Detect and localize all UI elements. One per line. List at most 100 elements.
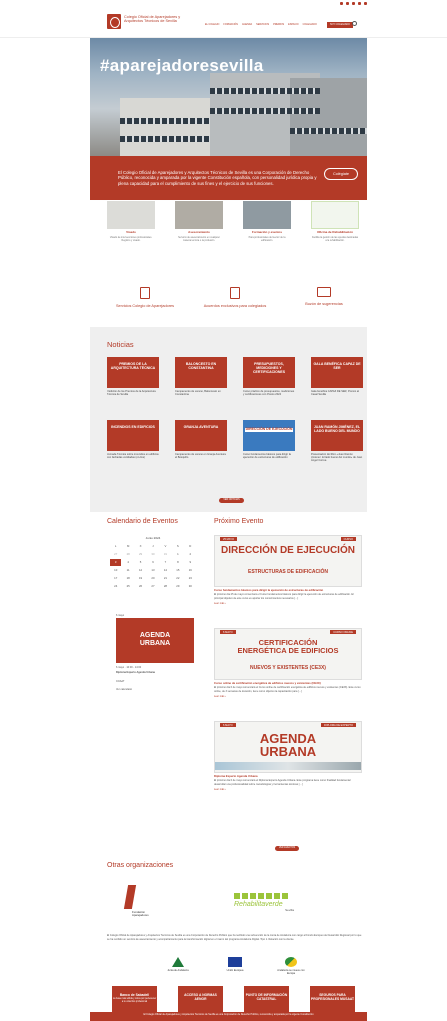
event-image-strip <box>215 762 361 770</box>
search-icon[interactable] <box>352 21 357 26</box>
news-caption: Gala benéfica CAPAZ DE SER, Premio al Ca… <box>311 389 359 396</box>
hero-windows <box>210 108 320 114</box>
calendar-day[interactable]: 25 <box>122 583 133 590</box>
nav-item-premios[interactable]: PREMIOS <box>273 23 284 27</box>
partner-junta[interactable]: Junta de Andalucía <box>160 957 196 977</box>
service-asesoramiento[interactable]: Asesoramiento Servicio de asesoramiento … <box>175 201 223 242</box>
twitter-icon[interactable] <box>340 2 343 5</box>
calendar-day[interactable]: 26 <box>135 583 146 590</box>
news-item[interactable]: JUAN RAMÓN JIMÉNEZ, EL LADO BUENO DEL MU… <box>311 420 363 463</box>
link-servicios[interactable]: Servicios Colegio de Aparejadores <box>105 287 185 309</box>
calendar-day[interactable]: 17 <box>110 575 121 582</box>
calendar-event-title[interactable]: Diploma Experto Agenda Urbana <box>116 671 155 674</box>
calendar-day[interactable]: 7 <box>160 559 171 566</box>
nav-item-servicios[interactable]: SERVICIOS <box>256 23 269 27</box>
junta-andalucia-icon <box>172 957 184 967</box>
event-card[interactable]: 6 MAYO CURSO ONLINE CERTIFICACIÓN ENERGÉ… <box>214 628 362 698</box>
news-item[interactable]: PREMIOS DE LA ARQUITECTURA TÉCNICA I Edi… <box>107 357 159 396</box>
rehabilitaverde-logo[interactable]: Rehabilitaverde Sevilla <box>234 893 294 913</box>
calendar-day[interactable]: 12 <box>135 567 146 574</box>
calendar-day[interactable]: 28 <box>122 551 133 558</box>
youtube-icon[interactable] <box>364 2 367 5</box>
event-more-link[interactable]: Leer más › <box>214 695 362 698</box>
more-events-button[interactable]: VER EVENTOS <box>275 846 299 851</box>
partner-andalucia-europa[interactable]: Andalucía se mueve con Europa <box>273 957 309 977</box>
more-news-button[interactable]: VER NOTICIAS <box>219 498 244 503</box>
nav-item-formacion[interactable]: FORMACIÓN <box>223 23 238 27</box>
news-item[interactable]: GRANJA AVENTURA Campamento de verano en … <box>175 420 227 459</box>
news-thumb-text: JUAN RAMÓN JIMÉNEZ, EL LADO BUENO DEL MU… <box>313 425 361 433</box>
news-item[interactable]: INCENDIOS EN EDIFICIOS Jornada Técnica s… <box>107 420 159 459</box>
calendar-day[interactable]: 22 <box>172 575 183 582</box>
calendar-day[interactable]: 24 <box>110 583 121 590</box>
calendar-day[interactable]: 29 <box>172 583 183 590</box>
instagram-icon[interactable] <box>352 2 355 5</box>
calendar-day[interactable]: 30 <box>147 551 158 558</box>
nav-item-agenda[interactable]: AGENDA <box>242 23 252 27</box>
event-type-badge: DIPLOMA DE EXPERTO <box>321 723 356 728</box>
calendar-day[interactable]: 19 <box>135 575 146 582</box>
soy-colegiado-button[interactable]: SOY COLEGIADO <box>327 22 353 28</box>
nav-item-espacio[interactable]: ESPACIO <box>288 23 298 27</box>
calendar-day[interactable]: 31 <box>160 551 171 558</box>
nav-item-colegiado[interactable]: COLEGIADO <box>303 23 317 27</box>
calendar-day[interactable]: 4 <box>122 559 133 566</box>
event-card[interactable]: 6 MAYO DIPLOMA DE EXPERTO AGENDA URBANA … <box>214 721 362 791</box>
colegiate-button[interactable]: Colégiate <box>324 168 358 180</box>
calendar-event-thumb[interactable]: AGENDA URBANA <box>116 618 194 663</box>
event-heading[interactable]: Curso fundamentos básicos para dirigir l… <box>214 588 362 592</box>
calendar-day[interactable]: 27 <box>110 551 121 558</box>
calendar-day[interactable]: 9 <box>185 559 196 566</box>
calendar-day[interactable]: 27 <box>147 583 158 590</box>
service-formacion[interactable]: Formación y eventos Para profesionales d… <box>243 201 291 242</box>
partner-ue[interactable]: Unión Europea <box>217 957 253 977</box>
linkedin-icon[interactable] <box>358 2 361 5</box>
news-item[interactable]: BALONCESTO EN CONSTANTINA Campamento de … <box>175 357 227 396</box>
calendar-day[interactable]: 23 <box>185 575 196 582</box>
calendar-day[interactable]: 14 <box>160 567 171 574</box>
news-thumb: GRANJA AVENTURA <box>175 420 227 451</box>
event-more-link[interactable]: Leer más › <box>214 602 362 605</box>
event-heading[interactable]: Curso online de certificación energética… <box>214 681 362 685</box>
calendar-day[interactable]: 11 <box>122 567 133 574</box>
event-heading[interactable]: Diploma Experto Agenda Urbana <box>214 774 362 778</box>
calendar-day[interactable]: 2 <box>185 551 196 558</box>
link-buzon[interactable]: Buzón de sugerencias <box>284 287 364 307</box>
event-more-link[interactable]: Leer más › <box>214 788 362 791</box>
service-rehabilitacion[interactable]: Oficina de Rehabilitación Facilita la ge… <box>311 201 359 242</box>
logo-text[interactable]: Colegio Oficial de Aparejadores y Arquit… <box>124 15 184 23</box>
logo-icon[interactable] <box>107 14 121 29</box>
news-item[interactable]: DIRECCIÓN DE EJECUCIÓN Curso fundamentos… <box>243 420 295 459</box>
calendar-day[interactable]: 18 <box>122 575 133 582</box>
calendar-event-date: 6 mayo <box>116 614 125 617</box>
calendar-day[interactable]: 30 <box>185 583 196 590</box>
calendar-day[interactable]: 29 <box>135 551 146 558</box>
service-image <box>311 201 359 229</box>
calendar-day[interactable]: 5 <box>135 559 146 566</box>
calendar-event-place: COAAT <box>116 680 125 683</box>
news-item[interactable]: PRESUPUESTOS, MEDICIONES Y CERTIFICACION… <box>243 357 295 396</box>
calendar-day[interactable]: 16 <box>185 567 196 574</box>
nav-item-colegio[interactable]: EL COLEGIO <box>205 23 219 27</box>
weekday: S <box>176 543 179 548</box>
calendar-day[interactable]: 10 <box>110 567 121 574</box>
news-caption: Jornada Técnica sobre incendios en edifi… <box>107 452 159 459</box>
calendar-all-link[interactable]: Ver calendario <box>116 688 132 691</box>
fundacion-logo[interactable]: Fundación Aparejadores <box>122 885 152 921</box>
news-item[interactable]: GALA BENÉFICA CAPAZ DE SER Gala benéfica… <box>311 357 363 396</box>
calendar-day[interactable]: 21 <box>160 575 171 582</box>
calendar-day[interactable]: 20 <box>147 575 158 582</box>
calendar-day[interactable]: 15 <box>172 567 183 574</box>
calendar-day[interactable]: 28 <box>160 583 171 590</box>
service-visado[interactable]: Visado Visado de intervenciones profesio… <box>107 201 155 242</box>
calendar-day[interactable]: 6 <box>147 559 158 566</box>
link-acuerdos[interactable]: Acuerdos exclusivos para colegiados <box>195 287 275 309</box>
news-caption: Curso práctico de presupuestos, medicion… <box>243 389 295 396</box>
event-card[interactable]: 25 MAYO CURSO DIRECCIÓN DE EJECUCIÓN EST… <box>214 535 362 605</box>
calendar-day[interactable]: 8 <box>172 559 183 566</box>
calendar-day[interactable]: 3 <box>110 558 122 566</box>
calendar-day[interactable]: 13 <box>147 567 158 574</box>
service-desc: Facilita la gestión de las ayudas destin… <box>311 235 359 242</box>
facebook-icon[interactable] <box>346 2 349 5</box>
calendar-day[interactable]: 1 <box>172 551 183 558</box>
